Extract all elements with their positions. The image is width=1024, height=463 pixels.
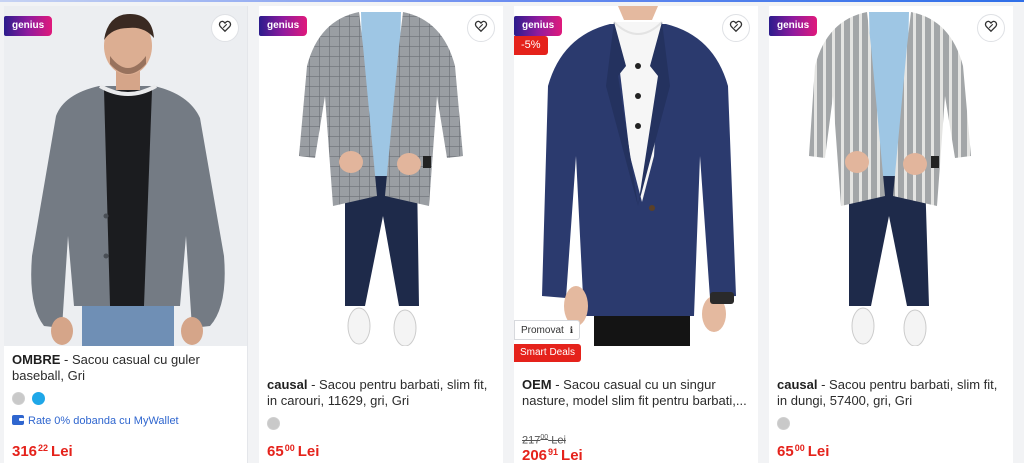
installment-label: Rate 0% dobanda cu MyWallet <box>28 415 179 427</box>
product-card[interactable]: genius causal - Sacou pentru barbati, sl… <box>769 6 1013 463</box>
favorite-button[interactable] <box>211 14 239 42</box>
promoted-tag[interactable]: Promovat ℹ <box>514 320 580 340</box>
price-currency: Lei <box>51 443 73 460</box>
product-image[interactable] <box>769 6 1013 346</box>
favorite-button[interactable] <box>977 14 1005 42</box>
product-price: 31622 Lei <box>12 443 73 460</box>
product-image[interactable] <box>259 6 503 346</box>
price-integer: 65 <box>267 443 284 460</box>
info-icon: ℹ <box>569 325 573 335</box>
product-title[interactable]: OEM - Sacou casual cu un singur nasture,… <box>522 377 750 411</box>
promoted-label: Promovat <box>521 325 564 336</box>
heart-outline-icon <box>218 19 232 38</box>
color-swatches <box>267 417 280 430</box>
product-card[interactable]: genius -5% Promovat ℹ Smart Deals OEM - … <box>514 6 758 463</box>
genius-badge: genius <box>259 16 308 36</box>
favorite-button[interactable] <box>467 14 495 42</box>
color-swatch-gray[interactable] <box>267 417 280 430</box>
old-price: 21700 Lei <box>522 434 566 447</box>
price-currency: Lei <box>807 443 830 460</box>
color-swatches <box>12 392 45 405</box>
product-card[interactable]: genius OMBRE - Sacou casual cu guler bas… <box>4 6 248 463</box>
product-brand: OEM <box>522 377 552 392</box>
wallet-icon <box>12 414 24 428</box>
product-image[interactable] <box>514 6 758 346</box>
favorite-button[interactable] <box>722 14 750 42</box>
product-card[interactable]: genius causal - Sacou pentru barbati, sl… <box>259 6 503 463</box>
top-accent-line <box>0 0 1024 2</box>
genius-badge: genius <box>4 16 53 36</box>
price-decimals: 22 <box>38 443 49 453</box>
heart-outline-icon <box>474 19 488 38</box>
product-name: - Sacou casual cu un singur nasture, mod… <box>522 377 747 408</box>
color-swatches <box>777 417 790 430</box>
price-decimals: 00 <box>284 443 295 453</box>
product-image[interactable] <box>4 6 247 346</box>
product-price: 6500 Lei <box>777 443 829 460</box>
price-integer: 316 <box>12 443 38 460</box>
old-price-integer: 217 <box>522 434 541 447</box>
heart-outline-icon <box>984 19 998 38</box>
smart-deals-badge: Smart Deals <box>514 344 582 362</box>
price-decimals: 91 <box>548 447 559 457</box>
price-currency: Lei <box>297 443 320 460</box>
heart-outline-icon <box>729 19 743 38</box>
product-title[interactable]: OMBRE - Sacou casual cu guler baseball, … <box>12 352 239 386</box>
old-price-decimals: 00 <box>540 434 549 441</box>
color-swatch-gray[interactable] <box>12 392 25 405</box>
genius-badge: genius <box>769 16 818 36</box>
product-brand: causal <box>267 377 308 392</box>
color-swatch-gray[interactable] <box>777 417 790 430</box>
color-swatch-blue[interactable] <box>32 392 45 405</box>
product-title[interactable]: causal - Sacou pentru barbati, slim fit,… <box>267 377 495 411</box>
old-price-currency: Lei <box>551 434 566 447</box>
price-integer: 65 <box>777 443 794 460</box>
installment-offer[interactable]: Rate 0% dobanda cu MyWallet <box>12 414 179 428</box>
product-price: 20691 Lei <box>522 447 583 463</box>
product-brand: OMBRE <box>12 352 61 367</box>
product-brand: causal <box>777 377 818 392</box>
price-decimals: 00 <box>794 443 805 453</box>
product-title[interactable]: causal - Sacou pentru barbati, slim fit,… <box>777 377 1005 411</box>
discount-badge: -5% <box>514 36 548 55</box>
genius-badge: genius <box>514 16 563 36</box>
price-currency: Lei <box>561 447 583 463</box>
price-integer: 206 <box>522 447 548 463</box>
product-price: 6500 Lei <box>267 443 319 460</box>
